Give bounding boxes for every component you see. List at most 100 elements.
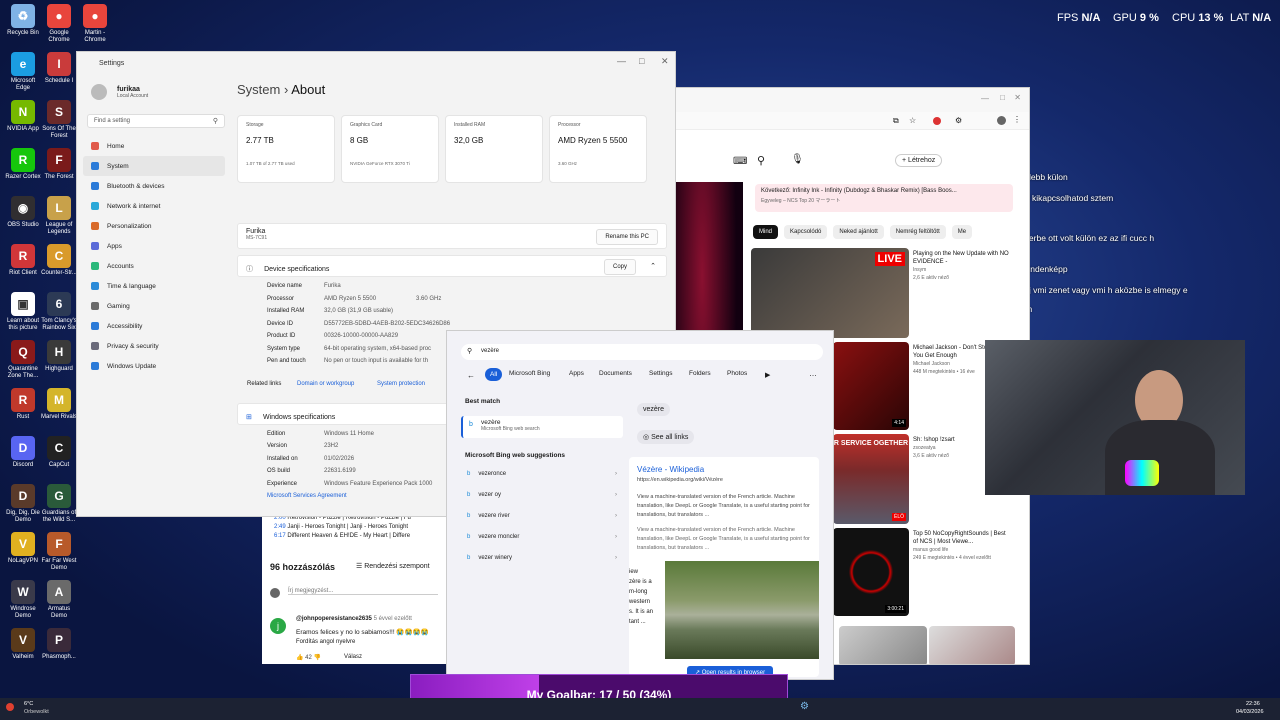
desktop-icon[interactable]: G Guardians of the Wild S... bbox=[40, 484, 78, 524]
best-match-item[interactable]: b vezère Microsoft Bing web search bbox=[461, 416, 623, 438]
desktop-icon[interactable]: N NVIDIA App bbox=[4, 100, 42, 133]
clock-time[interactable]: 22:36 bbox=[1246, 701, 1260, 707]
video-title-0[interactable]: Playing on the New Update with NO EVIDEN… bbox=[913, 250, 1011, 282]
chevron-up-icon[interactable]: ⌃ bbox=[650, 262, 656, 270]
weather-desc[interactable]: Orbewolkt bbox=[24, 709, 49, 715]
user-profile[interactable]: furikaa Local Account bbox=[83, 80, 225, 104]
bookmark-star-icon[interactable]: ☆ bbox=[909, 116, 916, 125]
close-icon[interactable]: ✕ bbox=[661, 56, 669, 67]
minimize-icon[interactable]: — bbox=[617, 56, 626, 66]
desktop-icon[interactable]: H Highguard bbox=[40, 340, 78, 373]
commenter-avatar[interactable]: j bbox=[270, 618, 286, 634]
desktop-icon[interactable]: F Far Far West Demo bbox=[40, 532, 78, 572]
desktop-icon[interactable]: I Schedule I bbox=[40, 52, 78, 85]
sidebar-item-gaming[interactable]: Gaming bbox=[83, 296, 225, 316]
back-arrow-icon[interactable]: ← bbox=[467, 371, 475, 380]
desktop-icon[interactable]: R Riot Client bbox=[4, 244, 42, 277]
filter-chip[interactable]: Kapcsolódó bbox=[784, 225, 828, 239]
domain-workgroup-link[interactable]: Domain or workgroup bbox=[297, 381, 354, 387]
weather-temp[interactable]: 6°C bbox=[24, 701, 33, 707]
desktop-icon[interactable]: S Sons Of The Forest bbox=[40, 100, 78, 140]
desktop-icon[interactable]: ▣ Learn about this picture bbox=[4, 292, 42, 332]
maximize-icon[interactable]: □ bbox=[1000, 93, 1005, 102]
sidebar-item-windows-update[interactable]: Windows Update bbox=[83, 356, 225, 376]
suggestion-item[interactable]: b vezere moncler › bbox=[467, 534, 617, 540]
up-next-banner[interactable]: Következő: Infinity Ink - Infinity (Dubd… bbox=[755, 184, 1013, 212]
desktop-icon[interactable]: R Razer Cortex bbox=[4, 148, 42, 181]
device-specs-header[interactable]: ⓘ Device specifications Copy ⌃ bbox=[237, 255, 667, 277]
system-protection-link[interactable]: System protection bbox=[377, 381, 425, 387]
wikipedia-url[interactable]: https://en.wikipedia.org/wiki/Vézère bbox=[637, 477, 723, 483]
playlist-item[interactable]: 2:49 Janji - Heroes Tonight | Janji - He… bbox=[274, 523, 411, 532]
desktop-icon[interactable]: D Dig, Dig, Die Demo bbox=[4, 484, 42, 524]
desktop-icon[interactable]: D Discord bbox=[4, 436, 42, 469]
desktop-icon[interactable]: R Rust bbox=[4, 388, 42, 421]
find-setting-input[interactable]: Find a setting ⚲ bbox=[87, 114, 225, 128]
filter-chip[interactable]: Neked ajánlott bbox=[833, 225, 884, 239]
thumb-down-icon[interactable]: 👎 bbox=[314, 655, 321, 661]
sidebar-item-accounts[interactable]: Accounts bbox=[83, 256, 225, 276]
like-button[interactable]: 👍 42 👎 bbox=[296, 654, 321, 661]
menu-icon[interactable]: ⋮ bbox=[1013, 115, 1021, 124]
spec-card[interactable]: Graphics Card 8 GB NVIDIA GeForce RTX 3070… bbox=[341, 115, 439, 183]
sidebar-item-network-internet[interactable]: Network & internet bbox=[83, 196, 225, 216]
river-image[interactable] bbox=[665, 561, 819, 659]
desktop-icon[interactable]: V Valheim bbox=[4, 628, 42, 661]
play-more-icon[interactable]: ▶ bbox=[765, 371, 770, 379]
rename-pc-button[interactable]: Rename this PC bbox=[596, 229, 658, 245]
settings-gear-icon[interactable]: ⚙ bbox=[800, 701, 809, 712]
desktop-icon[interactable]: C CapCut bbox=[40, 436, 78, 469]
query-pill[interactable]: vezère bbox=[637, 403, 671, 416]
weather-icon[interactable] bbox=[6, 703, 14, 711]
desktop-icon[interactable]: V NoLagVPN bbox=[4, 532, 42, 565]
sidebar-item-accessibility[interactable]: Accessibility bbox=[83, 316, 225, 336]
translate-link[interactable]: Fordítás angol nyelvre bbox=[296, 639, 355, 645]
reply-button[interactable]: Válasz bbox=[344, 654, 362, 660]
search-filter-photos[interactable]: Photos bbox=[727, 370, 747, 377]
desktop-icon[interactable]: ◉ OBS Studio bbox=[4, 196, 42, 229]
video-thumb-0[interactable]: LIVE bbox=[751, 248, 909, 338]
comment-input[interactable]: Írj megjegyzést... bbox=[288, 588, 438, 595]
filter-chip[interactable]: Me bbox=[951, 225, 973, 239]
keyboard-icon[interactable]: ⌨ bbox=[733, 156, 747, 167]
spec-card[interactable]: Storage 2.77 TB 1.07 TB of 2.77 TB used bbox=[237, 115, 335, 183]
see-all-links-button[interactable]: ◎ See all links bbox=[637, 430, 695, 444]
video-title-3[interactable]: Top 50 NoCopyRightSounds | Best of NCS |… bbox=[913, 530, 1011, 562]
profile-icon[interactable] bbox=[997, 116, 1006, 125]
desktop-icon[interactable]: ● Google Chrome bbox=[40, 4, 78, 44]
sidebar-item-personalization[interactable]: Personalization bbox=[83, 216, 225, 236]
sidebar-item-system[interactable]: System bbox=[83, 156, 225, 176]
puzzle-icon[interactable]: ⚙ bbox=[955, 116, 962, 125]
filter-chip[interactable]: Mind bbox=[753, 225, 779, 239]
search-box[interactable]: ⚲ vezère bbox=[461, 344, 823, 360]
video-thumb-2[interactable]: R SERVICE OGETHER ÉLŐ bbox=[833, 434, 909, 524]
clock-date[interactable]: 04/03/2026 bbox=[1236, 709, 1264, 715]
sidebar-item-bluetooth-devices[interactable]: Bluetooth & devices bbox=[83, 176, 225, 196]
extension-icon[interactable]: ⧉ bbox=[893, 116, 899, 126]
spec-card[interactable]: Processor AMD Ryzen 5 5500 3.60 GHz bbox=[549, 115, 647, 183]
desktop-icon[interactable]: Q Quarantine Zone The... bbox=[4, 340, 42, 380]
playlist-item[interactable]: 6:17 Different Heaven & EH!DE - My Heart… bbox=[274, 532, 411, 541]
sidebar-item-apps[interactable]: Apps bbox=[83, 236, 225, 256]
create-button[interactable]: + Létrehoz bbox=[895, 154, 943, 167]
search-filter-microsoft-bing[interactable]: Microsoft Bing bbox=[509, 370, 550, 377]
desktop-icon[interactable]: A Armatus Demo bbox=[40, 580, 78, 620]
close-icon[interactable]: ✕ bbox=[1014, 93, 1021, 102]
comment-author[interactable]: @johnpoperesistance2635 5 évvel ezelőtt bbox=[296, 616, 412, 622]
desktop-icon[interactable]: ● Martin - Chrome bbox=[76, 4, 114, 44]
desktop-icon[interactable]: 6 Tom Clancy's Rainbow Six bbox=[40, 292, 78, 332]
desktop-icon[interactable]: ♻ Recycle Bin bbox=[4, 4, 42, 37]
sidebar-item-time-language[interactable]: Time & language bbox=[83, 276, 225, 296]
video-thumb-1[interactable]: 4:14 bbox=[833, 342, 909, 430]
suggestion-item[interactable]: b vezere river › bbox=[467, 513, 617, 519]
desktop-icon[interactable]: P Phasmoph... bbox=[40, 628, 78, 661]
desktop-icon[interactable]: e Microsoft Edge bbox=[4, 52, 42, 92]
desktop-icon[interactable]: C Counter-Str... bbox=[40, 244, 78, 277]
mic-icon[interactable]: 🎙 bbox=[791, 154, 804, 165]
suggestion-item[interactable]: b vezeronce › bbox=[467, 471, 617, 477]
minimize-icon[interactable]: — bbox=[981, 94, 989, 103]
desktop-icon[interactable]: M Marvel Rivals bbox=[40, 388, 78, 421]
filter-chip[interactable]: Nemrég feltöltött bbox=[889, 225, 946, 239]
search-filter-apps[interactable]: Apps bbox=[569, 370, 584, 377]
extension-red-icon[interactable] bbox=[933, 117, 941, 125]
